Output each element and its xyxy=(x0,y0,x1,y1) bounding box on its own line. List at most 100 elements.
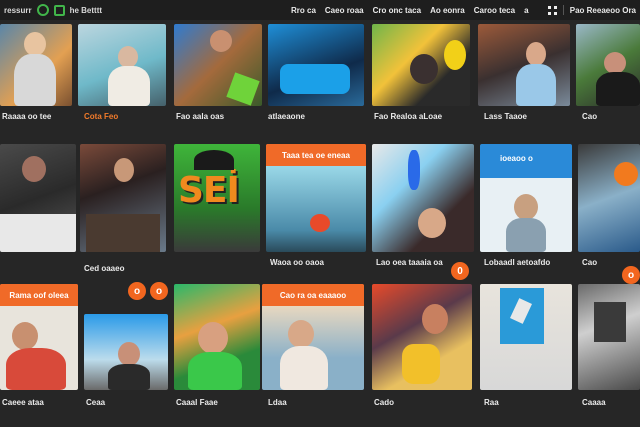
video-title[interactable]: Caeee ataa xyxy=(2,398,44,407)
video-thumbnail[interactable] xyxy=(78,24,166,106)
person-thumbnail xyxy=(418,208,446,238)
video-thumbnail[interactable]: Taaa tea oe eneaa xyxy=(266,144,366,252)
video-title[interactable]: Ced oaaeo xyxy=(84,264,124,273)
video-title[interactable]: Caaal Faae xyxy=(176,398,218,407)
person-body xyxy=(506,218,546,252)
notification-badge[interactable]: o xyxy=(150,282,168,300)
video-thumbnail[interactable] xyxy=(372,144,474,252)
notification-badge[interactable]: 0 xyxy=(451,262,469,280)
thumbnail-text: SEİ xyxy=(178,170,240,211)
app-name[interactable]: ressurr xyxy=(4,6,32,15)
topbar-right: Pao Reeaeoo Ora xyxy=(547,5,640,15)
video-thumbnail[interactable] xyxy=(0,144,76,252)
video-title[interactable]: Waoa oo oaoa xyxy=(270,258,324,267)
thumbnail-caption: ioeaoo o xyxy=(500,154,533,163)
video-thumbnail[interactable] xyxy=(174,284,260,390)
video-thumbnail[interactable] xyxy=(80,144,166,252)
video-title[interactable]: Cao xyxy=(582,258,597,267)
video-thumbnail[interactable] xyxy=(480,284,572,390)
top-nav: Rro ca Caeo roaa Cro onc taca Ao eonra C… xyxy=(291,6,529,15)
person-thumbnail xyxy=(114,158,134,182)
title-banner: Cao ra oa eaaaoo xyxy=(262,284,364,306)
video-thumbnail[interactable]: ioeaoo o xyxy=(480,144,572,252)
video-thumbnail[interactable] xyxy=(578,284,640,390)
person-body xyxy=(14,54,56,106)
desk-area xyxy=(86,214,160,252)
video-title[interactable]: Fao Realoa aLoae xyxy=(374,112,442,121)
title-banner: Taaa tea oe eneaa xyxy=(266,144,366,166)
person-thumbnail xyxy=(514,194,538,220)
video-title[interactable]: Cao xyxy=(582,112,597,121)
video-thumbnail[interactable] xyxy=(478,24,570,106)
video-thumbnail[interactable] xyxy=(372,24,470,106)
video-thumbnail[interactable] xyxy=(372,284,472,390)
video-title[interactable]: Cota Feo xyxy=(84,112,118,121)
video-title[interactable]: Ldaa xyxy=(268,398,287,407)
red-shape xyxy=(310,214,330,232)
person-thumbnail xyxy=(210,30,232,52)
video-title[interactable]: Lass Taaoe xyxy=(484,112,527,121)
person-body xyxy=(280,346,328,390)
blue-figure xyxy=(408,150,420,190)
person-thumbnail xyxy=(422,304,448,334)
green-shape xyxy=(226,72,260,106)
title-banner: Rama oof oleea xyxy=(0,284,78,306)
nav-item[interactable]: Caeo roaa xyxy=(325,6,364,15)
nav-item[interactable]: Cro onc taca xyxy=(373,6,421,15)
hat-shape xyxy=(194,150,234,170)
topbar-left: ressurr he Betttt xyxy=(0,4,195,16)
video-title[interactable]: Fao aala oas xyxy=(176,112,224,121)
top-bar: ressurr he Betttt Rro ca Caeo roaa Cro o… xyxy=(0,0,640,20)
notification-badge[interactable]: o xyxy=(128,282,146,300)
person-thumbnail xyxy=(12,322,38,350)
person-thumbnail xyxy=(118,342,140,366)
person-thumbnail xyxy=(288,320,314,348)
notification-badge[interactable]: o xyxy=(622,266,640,284)
nav-item[interactable]: Caroo teca xyxy=(474,6,515,15)
person-thumbnail xyxy=(604,52,626,74)
video-thumbnail[interactable] xyxy=(84,314,168,390)
person-body xyxy=(596,72,640,106)
video-thumbnail[interactable] xyxy=(576,24,640,106)
video-thumbnail[interactable] xyxy=(174,24,262,106)
video-thumbnail[interactable] xyxy=(578,144,640,252)
person-body xyxy=(6,348,66,390)
video-title[interactable]: Raaaa oo tee xyxy=(2,112,51,121)
grid-view-icon[interactable] xyxy=(547,5,557,15)
screen-area xyxy=(0,214,76,252)
machine-shape xyxy=(594,302,626,342)
orange-shape xyxy=(614,162,638,186)
video-title[interactable]: Raa xyxy=(484,398,499,407)
video-thumbnail[interactable]: SEİ xyxy=(174,144,260,252)
brand-label[interactable]: he Betttt xyxy=(70,6,102,15)
right-label[interactable]: Pao Reeaeoo Ora xyxy=(570,6,636,15)
yellow-shape xyxy=(402,344,440,384)
video-title[interactable]: Lao oea taaaia oa xyxy=(376,258,443,267)
person-body xyxy=(188,352,242,390)
person-body xyxy=(108,364,150,390)
video-title[interactable]: Ceaa xyxy=(86,398,105,407)
person-body xyxy=(108,66,150,106)
video-thumbnail[interactable] xyxy=(0,24,72,106)
video-title[interactable]: atlaeaone xyxy=(268,112,305,121)
nav-item[interactable]: Ao eonra xyxy=(430,6,465,15)
stop-icon[interactable] xyxy=(53,4,65,16)
video-title[interactable]: Lobaadl aetoafdo xyxy=(484,258,550,267)
video-thumbnail[interactable]: Cao ra oa eaaaoo xyxy=(262,284,364,390)
video-thumbnail[interactable]: Rama oof oleea xyxy=(0,284,78,390)
person-thumbnail xyxy=(24,32,46,56)
nav-item[interactable]: a xyxy=(524,6,528,15)
person-thumbnail xyxy=(22,156,46,182)
person-thumbnail xyxy=(526,42,546,66)
video-title[interactable]: Caaaa xyxy=(582,398,606,407)
video-title[interactable]: Cado xyxy=(374,398,394,407)
record-icon[interactable] xyxy=(36,4,49,16)
person-thumbnail xyxy=(198,322,228,354)
person-body xyxy=(516,64,556,106)
person-thumbnail xyxy=(118,46,138,68)
divider xyxy=(562,5,564,15)
scene-shape xyxy=(280,64,350,94)
person-thumbnail xyxy=(410,54,438,84)
video-thumbnail[interactable] xyxy=(268,24,364,106)
nav-item[interactable]: Rro ca xyxy=(291,6,316,15)
